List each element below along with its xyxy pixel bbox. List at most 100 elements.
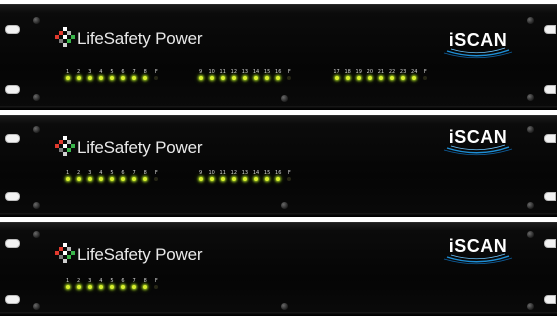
channel-indicator: 21 <box>375 69 386 80</box>
channel-label: 2 <box>77 170 81 176</box>
channel-label: F <box>287 69 291 75</box>
led-off-icon <box>154 76 159 80</box>
logo-mark-icon <box>55 136 75 156</box>
channel-indicator: 5 <box>106 278 117 289</box>
channel-label: 9 <box>198 69 203 75</box>
channel-label: 21 <box>377 69 385 75</box>
led-on-icon <box>121 285 126 289</box>
power-unit-3: LifeSafety Power iSCAN 1 2 3 4 5 6 7 8 F <box>0 222 557 316</box>
led-on-icon <box>132 76 137 80</box>
led-on-icon <box>209 76 214 80</box>
channel-indicator: 1 <box>62 278 73 289</box>
led-on-icon <box>76 285 81 289</box>
channel-label: 11 <box>219 69 226 75</box>
rack-ear-slot <box>544 239 556 248</box>
screw-icon <box>33 17 40 24</box>
led-on-icon <box>198 177 203 181</box>
channel-label: 11 <box>219 170 226 176</box>
led-on-icon <box>367 76 372 80</box>
led-bank: 1 2 3 4 5 6 7 8 F <box>62 69 162 80</box>
brand-logo: LifeSafety Power <box>55 27 203 47</box>
channel-indicator: 7 <box>129 278 140 289</box>
led-on-icon <box>242 76 247 80</box>
led-on-icon <box>143 177 148 181</box>
channel-indicator: 9 <box>195 69 206 80</box>
logo-mark-icon <box>55 27 75 47</box>
channel-indicator: 3 <box>84 69 95 80</box>
channel-indicator: 14 <box>250 170 261 181</box>
channel-label: 16 <box>275 170 282 176</box>
channel-label: 12 <box>230 170 238 176</box>
led-on-icon <box>121 76 126 80</box>
rack-ear-slot <box>544 25 556 34</box>
channel-indicator: 3 <box>84 278 95 289</box>
channel-label: 9 <box>198 170 203 176</box>
screw-icon <box>33 126 40 133</box>
screw-icon <box>33 231 40 238</box>
channel-indicator: 8 <box>140 170 151 181</box>
led-off-icon <box>423 76 428 80</box>
channel-indicator: 17 <box>331 69 342 80</box>
channel-indicator: 1 <box>62 69 73 80</box>
screw-icon <box>33 94 40 101</box>
channel-indicator: 11 <box>217 69 228 80</box>
channel-label: 1 <box>65 69 70 75</box>
channel-label: 13 <box>241 170 249 176</box>
led-on-icon <box>390 76 395 80</box>
led-bank: 17 18 19 20 21 22 23 24 F <box>331 69 431 80</box>
channel-indicator: F <box>151 170 162 181</box>
iscan-swoosh-icon <box>443 253 513 265</box>
channel-indicator: 4 <box>95 69 106 80</box>
channel-indicator: 2 <box>73 69 84 80</box>
rack-ear-slot <box>544 192 556 201</box>
iscan-logo: iSCAN <box>441 237 515 267</box>
power-unit-2: LifeSafety Power iSCAN 12345678F 9 10 11 12… <box>0 115 557 217</box>
screw-icon <box>527 17 534 24</box>
led-on-icon <box>242 177 247 181</box>
channel-indicator: 13 <box>239 69 250 80</box>
channel-label: 6 <box>121 278 125 284</box>
led-on-icon <box>87 285 92 289</box>
channel-label: 18 <box>344 69 351 75</box>
led-on-icon <box>356 76 361 80</box>
channel-label: 8 <box>143 278 147 284</box>
channel-label: 7 <box>132 278 136 284</box>
channel-indicator: 8 <box>140 69 151 80</box>
screw-icon <box>527 303 534 310</box>
channel-indicator: 10 <box>206 170 217 181</box>
led-on-icon <box>98 76 103 80</box>
channel-label: 15 <box>263 170 271 176</box>
iscan-swoosh-icon <box>443 144 513 156</box>
channel-indicator: 4 <box>95 170 106 181</box>
led-on-icon <box>254 76 259 80</box>
rack-ear-slot <box>544 295 556 304</box>
led-on-icon <box>109 285 114 289</box>
led-on-icon <box>209 177 214 181</box>
channel-label: 2 <box>77 278 81 284</box>
led-on-icon <box>143 76 148 80</box>
channel-label: 4 <box>99 278 103 284</box>
channel-label: 2 <box>77 69 81 75</box>
channel-label: 13 <box>241 69 249 75</box>
led-on-icon <box>220 76 225 80</box>
channel-label: F <box>287 170 291 176</box>
channel-indicator: 23 <box>398 69 409 80</box>
channel-label: 6 <box>121 69 125 75</box>
screw-icon <box>33 303 40 310</box>
channel-indicator: 7 <box>129 69 140 80</box>
led-on-icon <box>132 177 137 181</box>
logo-mark-icon <box>55 243 75 263</box>
channel-indicator: 11 <box>217 170 228 181</box>
channel-label: 19 <box>355 69 362 75</box>
led-on-icon <box>132 285 137 289</box>
channel-indicator: 3 <box>84 170 95 181</box>
led-on-icon <box>65 177 70 181</box>
channel-indicator: 12 <box>228 69 239 80</box>
led-bank: 1 2 3 4 5 6 7 8 F <box>62 170 162 181</box>
led-on-icon <box>76 177 81 181</box>
channel-indicator: F <box>151 278 162 289</box>
iscan-logo: iSCAN <box>441 128 515 158</box>
led-on-icon <box>109 76 114 80</box>
channel-indicator: 16 <box>273 170 284 181</box>
channel-indicator: 5 <box>106 170 117 181</box>
